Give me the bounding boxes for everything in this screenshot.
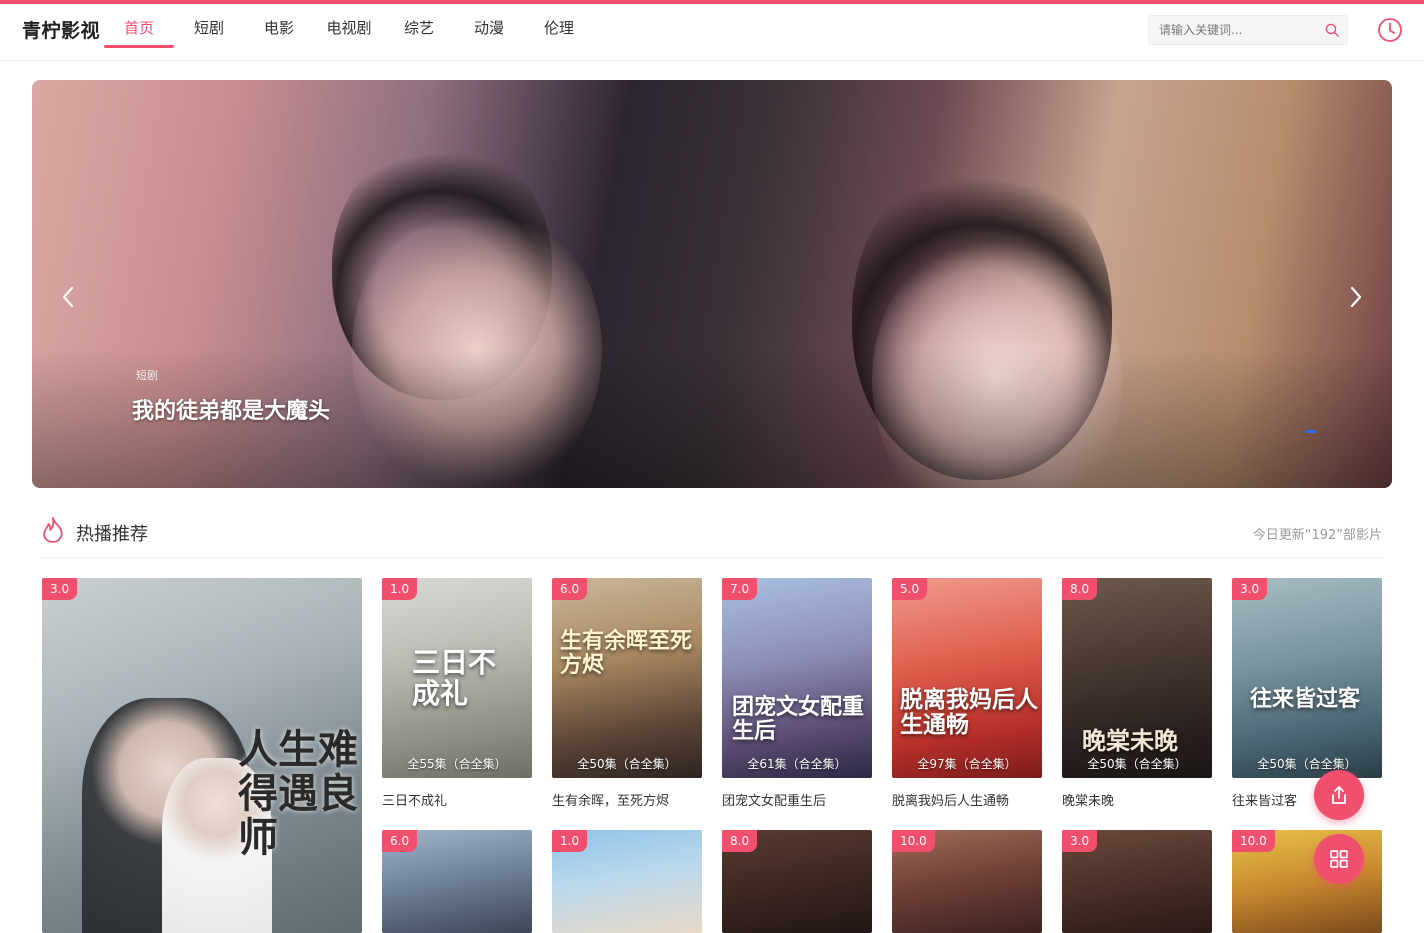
poster[interactable]: 8.0 晚棠未晚 全50集（合全集） xyxy=(1062,578,1212,778)
video-card[interactable]: 6.0 xyxy=(382,830,532,933)
episode-count: 全61集（合全集） xyxy=(747,757,847,771)
search-input[interactable] xyxy=(1149,16,1319,44)
video-card[interactable]: 3.0 往来皆过客 全50集（合全集） 往来皆过客 xyxy=(1232,578,1382,810)
score-badge: 3.0 xyxy=(1062,830,1098,852)
score-badge: 3.0 xyxy=(1232,578,1268,600)
site-logo[interactable]: 青柠影视 xyxy=(22,16,100,43)
nav-item-label: 电影 xyxy=(263,19,294,37)
nav-item-label: 动漫 xyxy=(473,19,504,37)
poster[interactable]: 6.0 xyxy=(382,830,532,933)
chevron-left-icon[interactable] xyxy=(58,282,78,312)
clock-icon[interactable] xyxy=(1377,17,1403,43)
poster[interactable]: 1.0 xyxy=(552,830,702,933)
nav-item-anime[interactable]: 动漫 xyxy=(454,4,524,61)
poster-title-art: 晚棠未晚 xyxy=(1082,727,1178,755)
poster[interactable]: 3.0 人生难得遇良师 xyxy=(42,578,362,933)
banner-category-tag: 短剧 xyxy=(136,369,158,382)
score-badge: 8.0 xyxy=(1062,578,1098,600)
video-title[interactable]: 三日不成礼 xyxy=(382,790,447,809)
grid-menu-button[interactable] xyxy=(1314,834,1364,884)
poster[interactable]: 8.0 xyxy=(722,830,872,933)
nav-item-home[interactable]: 首页 xyxy=(104,4,174,61)
nav-item-short-drama[interactable]: 短剧 xyxy=(174,4,244,61)
nav-item-label: 综艺 xyxy=(403,19,434,37)
video-card[interactable]: 3.0 xyxy=(1062,830,1212,933)
score-badge: 1.0 xyxy=(552,830,588,852)
search-box xyxy=(1148,15,1348,45)
chevron-right-icon[interactable] xyxy=(1346,282,1366,312)
video-card[interactable]: 6.0 生有余晖至死方烬 全50集（合全集） 生有余晖，至死方烬 xyxy=(552,578,702,810)
nav-item-tv-series[interactable]: 电视剧 xyxy=(314,4,384,61)
main-nav: 首页 短剧 电影 电视剧 综艺 动漫 伦理 xyxy=(104,4,594,61)
score-badge: 10.0 xyxy=(1232,830,1275,852)
video-card[interactable]: 7.0 团宠文女配重生后 全61集（合全集） 团宠文女配重生后 xyxy=(722,578,872,810)
video-title[interactable]: 脱离我妈后人生通畅 xyxy=(892,790,1009,809)
search-icon[interactable] xyxy=(1325,23,1339,37)
share-button[interactable] xyxy=(1314,770,1364,820)
video-title[interactable]: 往来皆过客 xyxy=(1232,790,1297,809)
nav-item-ethics[interactable]: 伦理 xyxy=(524,4,594,61)
video-card[interactable]: 5.0 脱离我妈后人生通畅 全97集（合全集） 脱离我妈后人生通畅 xyxy=(892,578,1042,810)
episode-count: 全50集（合全集） xyxy=(577,757,677,771)
nav-item-label: 首页 xyxy=(123,19,154,37)
poster-title-art: 生有余晖至死方烬 xyxy=(560,629,693,679)
nav-item-label: 电视剧 xyxy=(326,19,372,37)
share-icon xyxy=(1332,786,1346,804)
poster-title-art: 往来皆过客 xyxy=(1250,687,1361,712)
score-badge: 6.0 xyxy=(382,830,418,852)
update-count-text: 今日更新“192”部影片 xyxy=(1252,528,1382,543)
nav-item-label: 伦理 xyxy=(543,19,574,37)
video-card[interactable]: 8.0 xyxy=(722,830,872,933)
grid-icon xyxy=(1330,850,1348,868)
score-badge: 1.0 xyxy=(382,578,418,600)
poster-title-art: 三日不成礼 xyxy=(412,646,497,710)
episode-count: 全97集（合全集） xyxy=(917,757,1017,771)
banner-title[interactable]: 我的徒弟都是大魔头 xyxy=(132,393,330,425)
episode-count: 全55集（合全集） xyxy=(407,757,507,771)
section-title: 热播推荐 xyxy=(76,524,148,545)
featured-card[interactable]: 3.0 人生难得遇良师 xyxy=(42,578,362,933)
poster[interactable]: 7.0 团宠文女配重生后 全61集（合全集） xyxy=(722,578,872,778)
nav-item-movie[interactable]: 电影 xyxy=(244,4,314,61)
video-title[interactable]: 生有余晖，至死方烬 xyxy=(552,790,669,809)
poster-title-art: 人生难得遇良师 xyxy=(238,727,358,861)
score-badge: 3.0 xyxy=(42,578,78,600)
video-card[interactable]: 10.0 xyxy=(892,830,1042,933)
video-card[interactable]: 8.0 晚棠未晚 全50集（合全集） 晚棠未晚 xyxy=(1062,578,1212,810)
score-badge: 7.0 xyxy=(722,578,758,600)
header: 青柠影视 首页 短剧 电影 电视剧 综艺 动漫 伦理 xyxy=(0,4,1424,61)
score-badge: 10.0 xyxy=(892,830,935,852)
poster[interactable]: 10.0 xyxy=(892,830,1042,933)
episode-count: 全50集（合全集） xyxy=(1087,757,1187,771)
poster[interactable]: 3.0 往来皆过客 全50集（合全集） xyxy=(1232,578,1382,778)
banner-pagination-dot[interactable] xyxy=(1306,430,1316,433)
episode-count: 全50集（合全集） xyxy=(1257,757,1357,771)
score-badge: 5.0 xyxy=(892,578,928,600)
poster[interactable]: 6.0 生有余晖至死方烬 全50集（合全集） xyxy=(552,578,702,778)
video-title[interactable]: 团宠文女配重生后 xyxy=(722,790,826,809)
poster-title-art: 脱离我妈后人生通畅 xyxy=(900,687,1038,739)
video-card[interactable]: 1.0 三日不成礼 全55集（合全集） 三日不成礼 xyxy=(382,578,532,810)
video-card[interactable]: 1.0 xyxy=(552,830,702,933)
section-header: 热播推荐 今日更新“192”部影片 xyxy=(40,512,1382,558)
poster[interactable]: 5.0 脱离我妈后人生通畅 全97集（合全集） xyxy=(892,578,1042,778)
nav-item-variety[interactable]: 综艺 xyxy=(384,4,454,61)
video-title[interactable]: 晚棠未晚 xyxy=(1062,790,1114,809)
score-badge: 6.0 xyxy=(552,578,588,600)
nav-active-underline xyxy=(104,45,174,48)
poster[interactable]: 3.0 xyxy=(1062,830,1212,933)
poster-title-art: 团宠文女配重生后 xyxy=(732,695,865,745)
nav-item-label: 短剧 xyxy=(193,19,224,37)
score-badge: 8.0 xyxy=(722,830,758,852)
poster[interactable]: 1.0 三日不成礼 全55集（合全集） xyxy=(382,578,532,778)
hero-banner[interactable]: 短剧 我的徒弟都是大魔头 xyxy=(32,80,1392,488)
fire-icon xyxy=(43,517,63,543)
